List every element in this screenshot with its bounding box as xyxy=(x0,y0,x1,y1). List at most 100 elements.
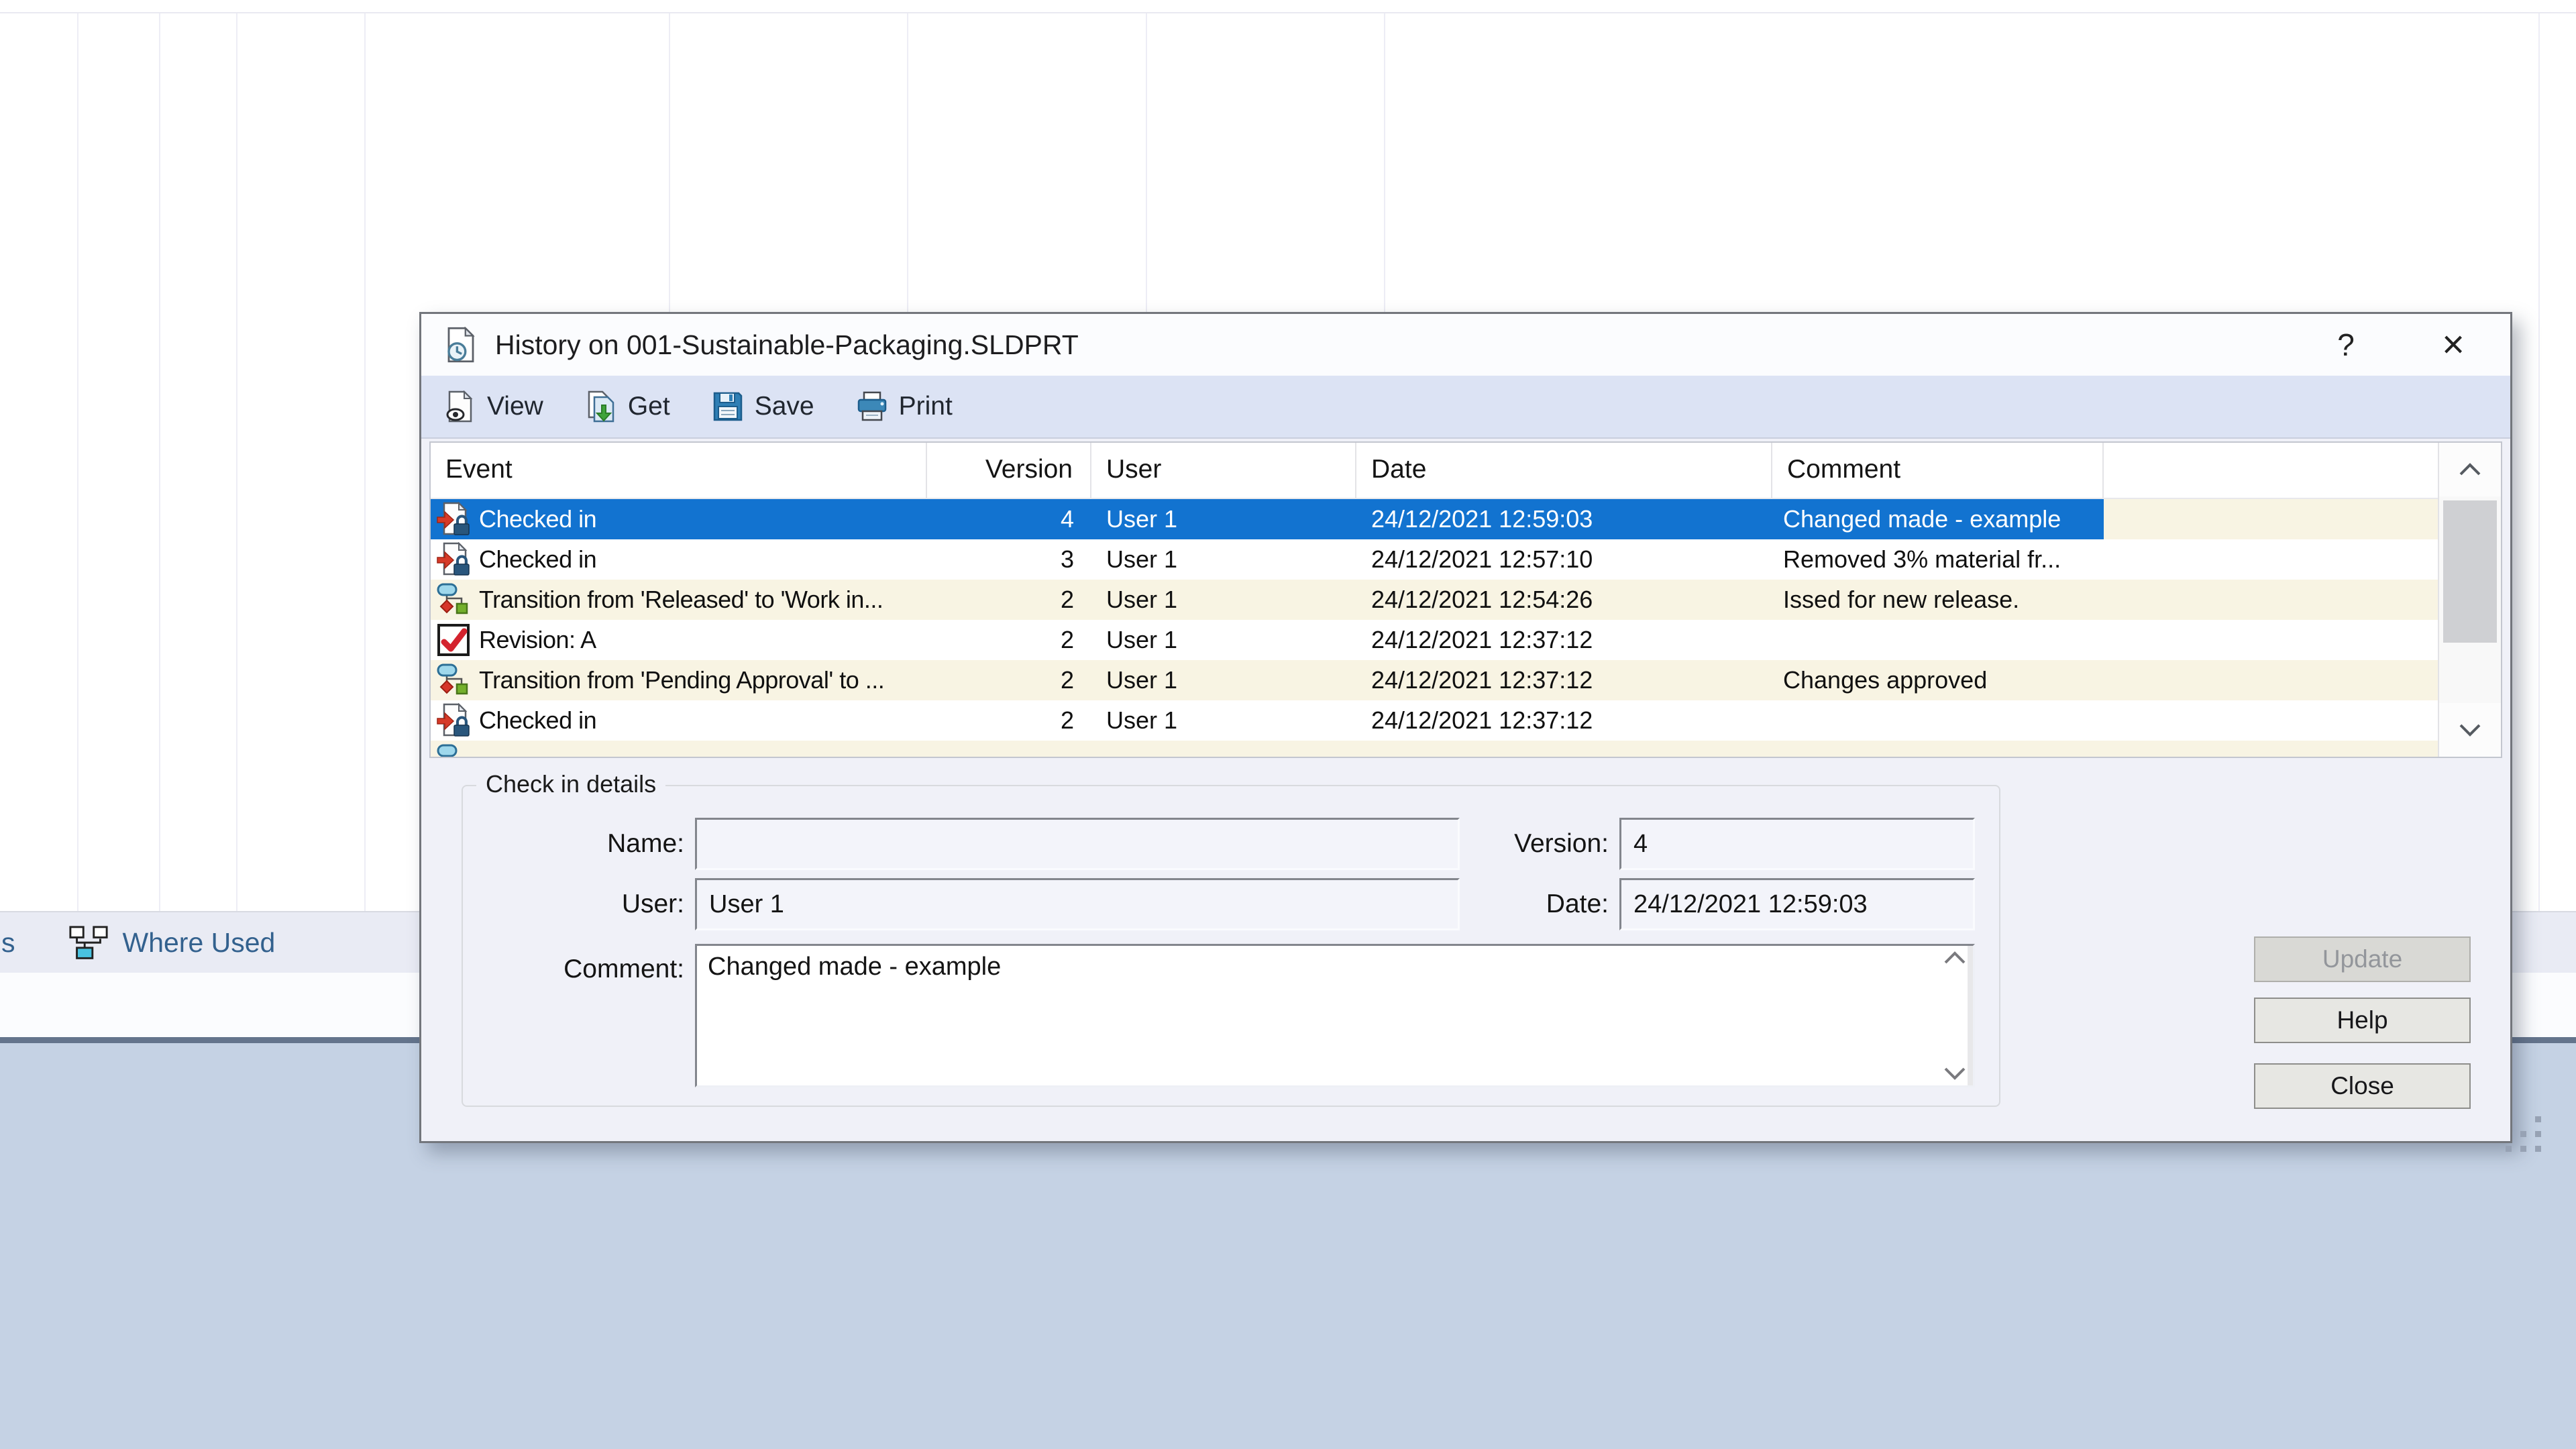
filler-cell xyxy=(2104,660,2438,700)
transition-icon xyxy=(436,582,471,617)
filler-cell xyxy=(2104,539,2438,580)
comment-cell xyxy=(1772,741,2104,757)
transition-icon xyxy=(436,743,471,757)
file-list-column-line xyxy=(77,13,78,911)
table-row[interactable] xyxy=(431,741,2438,757)
view-document-icon xyxy=(444,390,476,423)
close-button[interactable]: Close xyxy=(2254,1063,2471,1109)
transition-icon xyxy=(436,663,471,698)
event-text: Checked in xyxy=(479,505,596,533)
scroll-up-button[interactable] xyxy=(2439,443,2501,496)
update-button[interactable]: Update xyxy=(2254,936,2471,982)
tab-partial-label[interactable]: s xyxy=(1,927,15,959)
group-label: Check in details xyxy=(476,770,665,798)
table-row[interactable]: Checked in4User 124/12/2021 12:59:03Chan… xyxy=(431,499,2438,539)
toolbar-print-button[interactable]: Print xyxy=(856,390,953,423)
resize-grip[interactable] xyxy=(2506,1116,2548,1159)
version-field[interactable]: 4 xyxy=(1619,818,1975,870)
vertical-scrollbar[interactable] xyxy=(2438,443,2501,757)
column-header-date[interactable]: Date xyxy=(1356,443,1772,498)
table-header[interactable]: EventVersionUserDateComment xyxy=(431,443,2438,499)
print-icon xyxy=(856,390,888,423)
toolbar-save-button[interactable]: Save xyxy=(712,390,814,423)
screen: s Where Used History on 001-Sustainable-… xyxy=(0,0,2576,1449)
column-header-filler xyxy=(2104,443,2438,498)
name-label: Name: xyxy=(463,818,684,870)
version-cell: 3 xyxy=(927,539,1091,580)
column-header-event[interactable]: Event xyxy=(431,443,927,498)
event-text: Revision: A xyxy=(479,626,596,654)
user-label: User: xyxy=(463,878,684,930)
version-cell: 4 xyxy=(927,499,1091,539)
version-cell: 2 xyxy=(927,620,1091,660)
table-body: Checked in4User 124/12/2021 12:59:03Chan… xyxy=(431,499,2438,757)
toolbar-button-label: Save xyxy=(755,392,814,421)
toolbar-get-button[interactable]: Get xyxy=(585,390,670,423)
dialog-title-bar[interactable]: History on 001-Sustainable-Packaging.SLD… xyxy=(421,314,2510,376)
help-button[interactable]: Help xyxy=(2254,998,2471,1043)
user-cell xyxy=(1091,741,1356,757)
event-text: Transition from 'Released' to 'Work in..… xyxy=(479,586,883,614)
toolbar-button-label: View xyxy=(487,392,543,421)
file-list-column-line xyxy=(364,13,366,911)
filler-cell xyxy=(2104,580,2438,620)
user-cell: User 1 xyxy=(1091,700,1356,741)
comment-cell xyxy=(1772,620,2104,660)
table-row[interactable]: Checked in 2User 124/12/2021 12:37:12 xyxy=(431,700,2438,741)
user-cell: User 1 xyxy=(1091,499,1356,539)
column-header-user[interactable]: User xyxy=(1091,443,1356,498)
comment-scroll-up-icon[interactable] xyxy=(1943,951,1966,965)
comment-scrollbar[interactable] xyxy=(1938,946,1973,1085)
event-text: Checked in xyxy=(479,545,596,574)
toolbar-view-button[interactable]: View xyxy=(444,390,543,423)
user-field[interactable]: User 1 xyxy=(695,878,1460,930)
tab-where-used-label: Where Used xyxy=(123,927,276,959)
comment-cell: Issed for new release. xyxy=(1772,580,2104,620)
table-row[interactable]: Transition from 'Released' to 'Work in..… xyxy=(431,580,2438,620)
version-cell: 2 xyxy=(927,580,1091,620)
event-text: Checked in xyxy=(479,706,596,735)
save-icon xyxy=(712,390,744,423)
version-label: Version: xyxy=(1405,818,1609,870)
file-list-column-line xyxy=(236,13,237,911)
column-header-version[interactable]: Version xyxy=(927,443,1091,498)
filler-cell xyxy=(2104,741,2438,757)
checked-in-icon xyxy=(436,502,471,537)
comment-cell xyxy=(1772,700,2104,741)
where-used-icon xyxy=(68,924,109,961)
tab-where-used[interactable]: Where Used xyxy=(68,924,276,961)
table-row[interactable]: Revision: A 2User 124/12/2021 12:37:12 xyxy=(431,620,2438,660)
name-field[interactable] xyxy=(695,818,1460,870)
dialog-help-button[interactable]: ? xyxy=(2296,327,2396,363)
background-header-line xyxy=(0,12,2576,13)
version-cell: 2 xyxy=(927,700,1091,741)
table-row[interactable]: Checked in3User 124/12/2021 12:57:10Remo… xyxy=(431,539,2438,580)
date-cell: 24/12/2021 12:59:03 xyxy=(1356,499,1772,539)
date-cell: 24/12/2021 12:37:12 xyxy=(1356,620,1772,660)
scroll-down-button[interactable] xyxy=(2439,703,2501,757)
date-field[interactable]: 24/12/2021 12:59:03 xyxy=(1619,878,1975,930)
dialog-close-icon[interactable]: × xyxy=(2396,314,2510,376)
comment-field[interactable]: Changed made - example xyxy=(695,944,1975,1087)
date-cell: 24/12/2021 12:37:12 xyxy=(1356,700,1772,741)
history-toolbar: View Get Save Print xyxy=(421,376,2510,439)
comment-scroll-down-icon[interactable] xyxy=(1943,1067,1966,1080)
table-row[interactable]: Transition from 'Pending Approval' to ..… xyxy=(431,660,2438,700)
user-cell: User 1 xyxy=(1091,539,1356,580)
checked-in-icon xyxy=(436,703,471,738)
toolbar-button-label: Get xyxy=(628,392,670,421)
date-cell: 24/12/2021 12:57:10 xyxy=(1356,539,1772,580)
get-version-icon xyxy=(585,390,617,423)
column-header-comment[interactable]: Comment xyxy=(1772,443,2104,498)
user-cell: User 1 xyxy=(1091,580,1356,620)
date-cell: 24/12/2021 12:37:12 xyxy=(1356,660,1772,700)
scrollbar-thumb[interactable] xyxy=(2443,500,2497,643)
date-cell xyxy=(1356,741,1772,757)
user-cell: User 1 xyxy=(1091,620,1356,660)
user-cell: User 1 xyxy=(1091,660,1356,700)
file-list-column-line xyxy=(2538,13,2540,911)
filler-cell xyxy=(2104,700,2438,741)
toolbar-button-label: Print xyxy=(899,392,953,421)
comment-label: Comment: xyxy=(463,953,684,986)
revision-icon xyxy=(436,623,471,657)
